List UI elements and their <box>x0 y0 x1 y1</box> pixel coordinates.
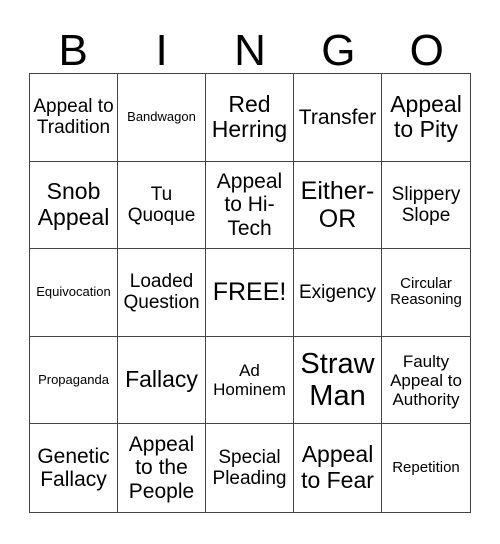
bingo-cell[interactable]: Genetic Fallacy <box>30 424 118 512</box>
bingo-card: Appeal to Tradition Bandwagon Red Herrin… <box>29 73 471 513</box>
bingo-cell[interactable]: Ad Hominem <box>206 336 294 425</box>
bingo-cell[interactable]: Loaded Question <box>118 249 206 337</box>
bingo-cell[interactable]: Transfer <box>294 74 382 162</box>
header-letter-b: B <box>58 26 88 75</box>
header-letter-g: G <box>321 26 356 75</box>
free-space[interactable]: FREE! <box>206 249 294 337</box>
bingo-cell[interactable]: Faulty Appeal to Authority <box>382 337 470 425</box>
bingo-cell[interactable]: Appeal to Fear <box>294 424 382 512</box>
bingo-cell[interactable]: Either-OR <box>294 161 382 250</box>
bingo-cell[interactable]: Snob Appeal <box>30 161 118 250</box>
bingo-cell[interactable]: Equivocation <box>30 249 118 337</box>
header-letter-i: I <box>155 26 168 75</box>
header-letter-n: N <box>234 26 266 75</box>
bingo-cell[interactable]: Propaganda <box>30 336 118 425</box>
bingo-cell[interactable]: Bandwagon <box>118 74 206 162</box>
bingo-cell[interactable]: Special Pleading <box>206 424 294 512</box>
bingo-cell[interactable]: Appeal to Pity <box>382 74 470 162</box>
bingo-header: B I N G O <box>29 28 471 73</box>
bingo-cell[interactable]: Slippery Slope <box>382 162 470 250</box>
bingo-cell[interactable]: Straw Man <box>294 336 382 425</box>
header-letter-o: O <box>409 26 444 75</box>
bingo-cell[interactable]: Appeal to Tradition <box>30 74 118 162</box>
bingo-cell[interactable]: Exigency <box>294 249 382 337</box>
bingo-cell[interactable]: Red Herring <box>206 74 294 162</box>
bingo-cell[interactable]: Tu Quoque <box>118 161 206 250</box>
bingo-cell[interactable]: Fallacy <box>118 336 206 425</box>
bingo-cell[interactable]: Appeal to Hi-Tech <box>206 161 294 250</box>
bingo-cell[interactable]: Repetition <box>382 424 470 512</box>
bingo-cell[interactable]: Circular Reasoning <box>382 249 470 337</box>
bingo-cell[interactable]: Appeal to the People <box>118 424 206 512</box>
